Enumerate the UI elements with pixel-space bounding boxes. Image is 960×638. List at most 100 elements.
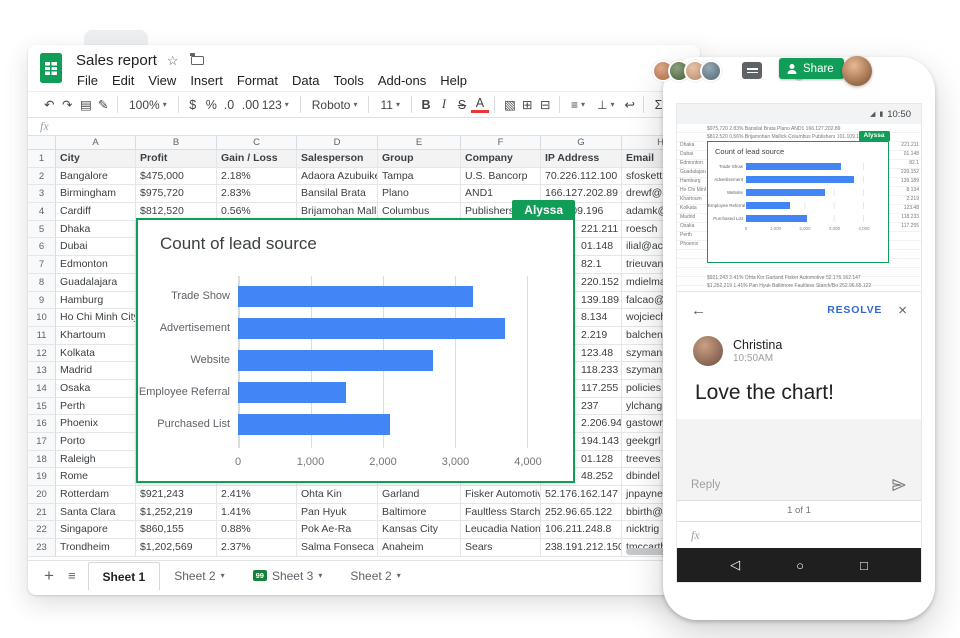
borders-icon[interactable]: ⊞ <box>518 97 536 112</box>
android-recents-button[interactable]: □ <box>860 558 868 573</box>
menu-help[interactable]: Help <box>433 72 474 89</box>
cell-E1[interactable]: Group <box>378 150 461 168</box>
cell-B22[interactable]: $860,155 <box>136 521 217 540</box>
cell-A17[interactable]: Porto <box>56 433 136 451</box>
cell-B21[interactable]: $1,252,219 <box>136 503 217 522</box>
cell-F20[interactable]: Fisker Automotive <box>461 486 541 504</box>
cell-G2[interactable]: 70.226.112.100 <box>541 167 622 186</box>
android-home-button[interactable]: ○ <box>796 558 804 573</box>
menu-view[interactable]: View <box>141 72 183 89</box>
zoom-select[interactable]: 100% ▾ <box>123 98 173 112</box>
cell-F2[interactable]: U.S. Bancorp <box>461 167 541 186</box>
paint-format-icon[interactable]: ✎ <box>94 97 112 112</box>
send-icon[interactable] <box>891 477 907 493</box>
add-sheet-button[interactable]: + <box>28 566 64 586</box>
cell-E20[interactable]: Garland <box>378 486 461 504</box>
strikethrough-icon[interactable]: S <box>453 98 471 112</box>
print-icon[interactable]: ▤ <box>76 97 94 112</box>
row-header-10[interactable]: 10 <box>28 309 56 327</box>
close-icon[interactable]: × <box>898 302 907 319</box>
sheets-logo-icon[interactable] <box>40 53 62 83</box>
cell-D2[interactable]: Adaora Azubuike <box>297 167 378 186</box>
row-header-23[interactable]: 23 <box>28 539 56 557</box>
cell-B2[interactable]: $475,000 <box>136 167 217 186</box>
cell-D23[interactable]: Salma Fonseca <box>297 539 378 557</box>
chart-overlay[interactable]: Alyssa Count of lead source Trade Show Ad… <box>136 200 575 483</box>
column-header-E[interactable]: E <box>378 136 461 150</box>
row-header-6[interactable]: 6 <box>28 238 56 257</box>
formula-bar[interactable]: fx <box>28 118 700 136</box>
row-header-3[interactable]: 3 <box>28 185 56 204</box>
cell-D1[interactable]: Salesperson <box>297 150 378 168</box>
row-header-21[interactable]: 21 <box>28 503 56 522</box>
cell-A4[interactable]: Cardiff <box>56 203 136 221</box>
menu-tools[interactable]: Tools <box>326 72 370 89</box>
cell-A23[interactable]: Trondheim <box>56 539 136 557</box>
chart-bar[interactable] <box>238 285 473 307</box>
chart-bar[interactable] <box>238 381 347 403</box>
menu-data[interactable]: Data <box>285 72 326 89</box>
column-header-C[interactable]: C <box>217 136 297 150</box>
cell-G21[interactable]: 252.96.65.122 <box>541 503 622 522</box>
row-header-5[interactable]: 5 <box>28 220 56 239</box>
cell-E21[interactable]: Baltimore <box>378 503 461 522</box>
cell-A20[interactable]: Rotterdam <box>56 486 136 504</box>
cell-C2[interactable]: 2.18% <box>217 167 297 186</box>
row-header-19[interactable]: 19 <box>28 468 56 487</box>
cell-A10[interactable]: Ho Chi Minh City <box>56 309 136 327</box>
row-header-22[interactable]: 22 <box>28 521 56 540</box>
column-header-B[interactable]: B <box>136 136 217 150</box>
cell-G1[interactable]: IP Address <box>541 150 622 168</box>
cell-D20[interactable]: Ohta Kin <box>297 486 378 504</box>
browser-tab[interactable] <box>84 30 148 46</box>
row-header-17[interactable]: 17 <box>28 433 56 451</box>
cell-D21[interactable]: Pan Hyuk <box>297 503 378 522</box>
reply-input[interactable]: Reply <box>691 479 883 491</box>
font-select[interactable]: Roboto ▾ <box>306 98 364 112</box>
cell-E2[interactable]: Tampa <box>378 167 461 186</box>
column-header-A[interactable]: A <box>56 136 136 150</box>
cell-A8[interactable]: Guadalajara <box>56 273 136 292</box>
cell-D3[interactable]: Bansilal Brata <box>297 185 378 204</box>
cell-B20[interactable]: $921,243 <box>136 486 217 504</box>
row-header-20[interactable]: 20 <box>28 486 56 504</box>
chart-bar[interactable] <box>238 349 434 371</box>
menu-format[interactable]: Format <box>230 72 285 89</box>
sheet-tab-sheet-2[interactable]: Sheet 2 ▾ <box>336 561 414 590</box>
row-header-18[interactable]: 18 <box>28 450 56 469</box>
number-format-select[interactable]: 123 ▾ <box>256 98 295 112</box>
menu-insert[interactable]: Insert <box>183 72 230 89</box>
document-title[interactable]: Sales report <box>76 52 157 69</box>
bold-icon[interactable]: B <box>417 98 435 112</box>
cell-F21[interactable]: Faultless Starch/Bo <box>461 503 541 522</box>
vertical-align-select[interactable]: ⊥ ▾ <box>591 98 620 112</box>
cell-A21[interactable]: Santa Clara <box>56 503 136 522</box>
cell-F1[interactable]: Company <box>461 150 541 168</box>
resolve-button[interactable]: RESOLVE <box>827 304 882 316</box>
cell-G23[interactable]: 238.191.212.150 <box>541 539 622 557</box>
column-header-D[interactable]: D <box>297 136 378 150</box>
row-header-9[interactable]: 9 <box>28 291 56 310</box>
cell-C20[interactable]: 2.41% <box>217 486 297 504</box>
cell-F23[interactable]: Sears <box>461 539 541 557</box>
cell-C22[interactable]: 0.88% <box>217 521 297 540</box>
cell-A7[interactable]: Edmonton <box>56 256 136 274</box>
cell-E22[interactable]: Kansas City <box>378 521 461 540</box>
cell-C23[interactable]: 2.37% <box>217 539 297 557</box>
sheet-tab-sheet-3[interactable]: 99 Sheet 3 ▾ <box>239 561 337 590</box>
cell-A3[interactable]: Birmingham <box>56 185 136 204</box>
italic-icon[interactable]: I <box>435 97 453 112</box>
row-header-12[interactable]: 12 <box>28 344 56 363</box>
all-sheets-icon[interactable]: ≡ <box>64 568 88 583</box>
row-header-14[interactable]: 14 <box>28 379 56 398</box>
cell-D22[interactable]: Pok Ae-Ra <box>297 521 378 540</box>
fill-color-icon[interactable]: ▧ <box>500 97 518 112</box>
chart-bar[interactable] <box>238 317 506 339</box>
cell-A6[interactable]: Dubai <box>56 238 136 257</box>
cell-E23[interactable]: Anaheim <box>378 539 461 557</box>
menu-file[interactable]: File <box>70 72 105 89</box>
cell-A12[interactable]: Kolkata <box>56 344 136 363</box>
column-header-F[interactable]: F <box>461 136 541 150</box>
menu-add-ons[interactable]: Add-ons <box>371 72 433 89</box>
horizontal-align-select[interactable]: ≡ ▾ <box>565 98 591 112</box>
